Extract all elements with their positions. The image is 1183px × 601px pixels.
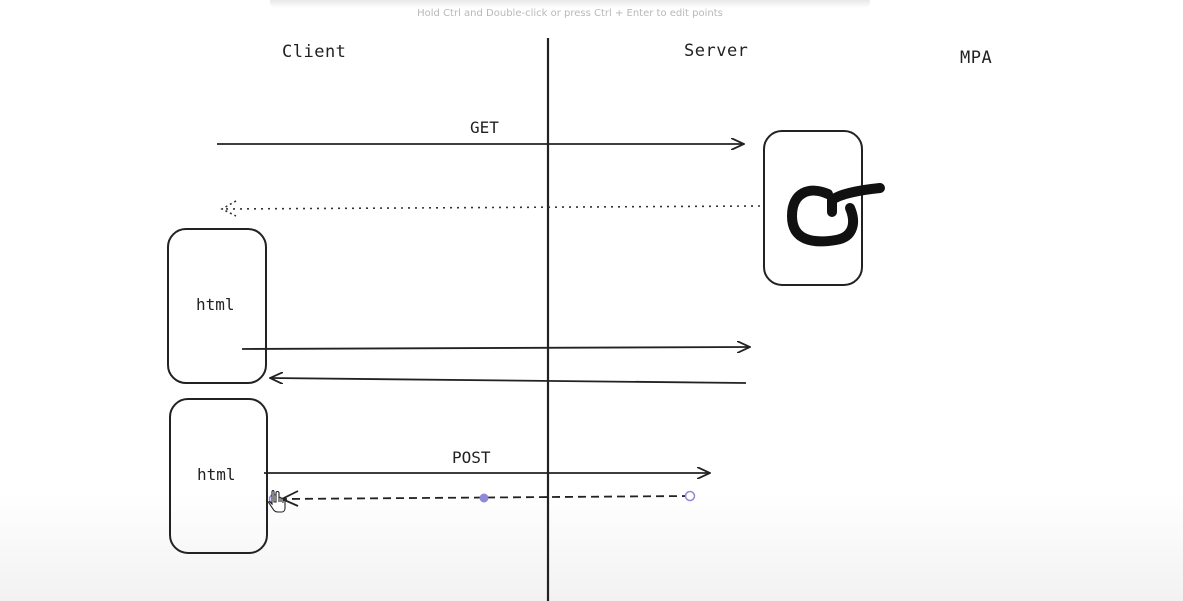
get-arrow-label: GET bbox=[470, 118, 499, 137]
server-logo-icon bbox=[787, 183, 885, 247]
request-arrow[interactable] bbox=[241, 347, 750, 349]
edit-point-end[interactable] bbox=[684, 490, 696, 502]
html-box-top-label: html bbox=[196, 295, 235, 314]
response-arrow[interactable] bbox=[270, 378, 747, 383]
sequence-diagram[interactable]: GET html html POST bbox=[0, 0, 1183, 601]
html-box-bottom-label: html bbox=[197, 465, 236, 484]
response-dotted-arrow[interactable] bbox=[221, 205, 761, 210]
edit-point-mid[interactable] bbox=[479, 493, 489, 503]
post-arrow-label: POST bbox=[452, 448, 491, 467]
whiteboard-canvas[interactable]: Hold Ctrl and Double-click or press Ctrl… bbox=[0, 0, 1183, 601]
